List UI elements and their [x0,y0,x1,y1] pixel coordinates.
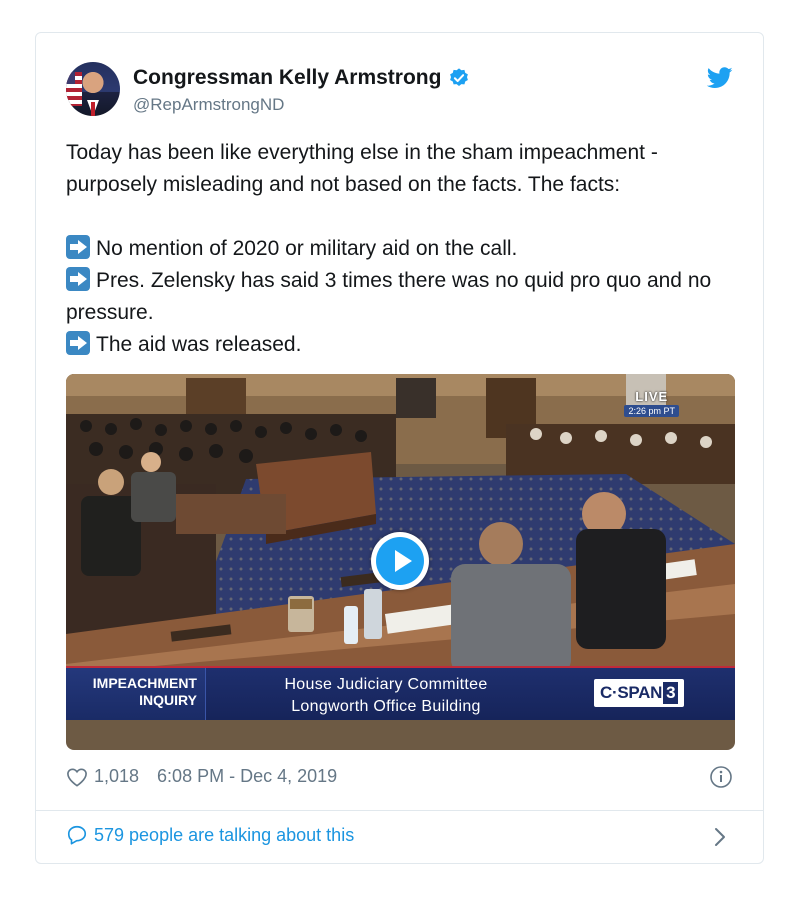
flag-graphic [66,72,82,106]
live-label: LIVE [635,389,669,404]
conversation-count[interactable]: 579 people are talking about this [94,825,354,846]
avatar[interactable] [66,62,120,116]
live-time: 2:26 pm PT [624,405,679,417]
tweet-point: The aid was released. [66,329,738,361]
right-arrow-emoji-icon [66,267,90,291]
speech-bubble-icon [67,825,87,845]
tweet-card[interactable]: Congressman Kelly Armstrong @RepArmstron… [35,32,764,864]
network-logo: C·SPAN 3 [594,679,685,707]
live-badge: LIVE 2:26 pm PT [624,389,679,417]
footer-divider [36,810,763,811]
twitter-bird-icon[interactable] [707,67,733,89]
info-icon[interactable] [709,765,733,789]
author-name-row: Congressman Kelly Armstrong [133,66,470,90]
conversation-link[interactable]: 579 people are talking about this [66,824,354,846]
verified-badge-icon [450,68,469,86]
author-handle[interactable]: @RepArmstrongND [133,95,284,115]
broadcast-lower-third: IMPEACHMENT INQUIRY House Judiciary Comm… [66,666,735,720]
tweet-timestamp[interactable]: 6:08 PM - Dec 4, 2019 [157,766,337,787]
play-icon [376,537,424,585]
play-button[interactable] [371,532,429,590]
tie-graphic [91,102,95,116]
tweet-intro: Today has been like everything else in t… [66,141,658,196]
lower-third-title: House Judiciary Committee Longworth Offi… [236,674,536,718]
author-display-name[interactable]: Congressman Kelly Armstrong [133,66,441,90]
heart-icon[interactable] [66,767,88,787]
right-arrow-emoji-icon [66,331,90,355]
right-arrow-emoji-icon [66,235,90,259]
tweet-text: Today has been like everything else in t… [66,137,738,361]
tweet-point: Pres. Zelensky has said 3 times there wa… [66,267,712,324]
like-count[interactable]: 1,018 [94,766,139,787]
lower-third-line2: Longworth Office Building [291,698,481,715]
lower-third-label: IMPEACHMENT INQUIRY [66,668,206,720]
tweet-point: No mention of 2020 or military aid on th… [66,233,738,265]
chevron-right-icon[interactable] [713,827,727,847]
video-player[interactable]: LIVE 2:26 pm PT IMPEACHMENT INQUIRY Hous… [66,374,735,750]
tweet-meta: 1,018 6:08 PM - Dec 4, 2019 [66,766,337,787]
lower-third-line1: House Judiciary Committee [284,676,488,693]
